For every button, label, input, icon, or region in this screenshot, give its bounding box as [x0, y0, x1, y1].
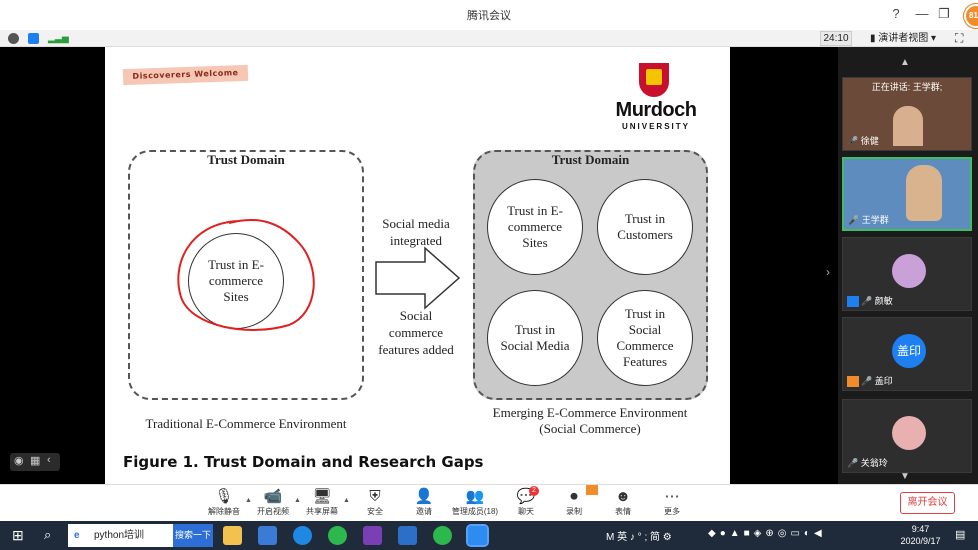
right-circle-ecommerce: Trust in E- commerce Sites: [487, 179, 583, 275]
right-domain-title: Trust Domain: [551, 152, 630, 167]
view-controls[interactable]: ◉ ▦ ‹: [10, 453, 60, 471]
participant-tile-active[interactable]: 🎤 王学群: [842, 157, 972, 231]
search-icon[interactable]: ⌕: [44, 527, 51, 543]
edge-browser-icon[interactable]: [293, 526, 312, 545]
taskbar-clock[interactable]: 9:47 2020/9/17: [893, 523, 948, 547]
ime-indicator[interactable]: M 英 ♪ ° ; 简 ⚙: [606, 528, 672, 543]
speaker-view-label: 演讲者视图: [878, 33, 929, 44]
participant-name: 🎤 颜敏: [847, 294, 893, 307]
share-options-icon[interactable]: ▲: [343, 497, 350, 504]
info-icon[interactable]: [8, 33, 19, 44]
mic-muted-icon: 🎙: [214, 488, 234, 505]
speaking-indicator: 正在讲话: 王学群;: [871, 82, 943, 92]
participant-tile[interactable]: 正在讲话: 王学群; 🎤 徐健: [842, 77, 972, 151]
share-screen-button[interactable]: 🖥 共享屏幕: [299, 487, 345, 518]
arrow-top-text: Social media integrated: [382, 216, 450, 248]
meeting-toolbar: 🎙 解除静音 ▲ 📹 开启视频 ▲ 🖥 共享屏幕 ▲ ⛨ 安全 👤 邀请 👥 管…: [0, 484, 978, 521]
right-circle-social-commerce: Trust in Social Commerce Features: [597, 290, 693, 386]
tencent-meeting-icon[interactable]: [466, 524, 489, 547]
participant-panel: ▲ 正在讲话: 王学群; 🎤 徐健 🎤 王学群 🎤 颜敏 盖印 🎤 盖印 🎤 关…: [838, 47, 978, 484]
right-circle-customers: Trust in Customers: [597, 179, 693, 275]
left-domain-title: Trust Domain: [207, 152, 285, 167]
start-video-button[interactable]: 📹 开启视频: [250, 487, 296, 518]
windows-taskbar: ⊞ ⌕ e python培训 搜索一下 M 英 ♪ ° ; 简 ⚙ ◆●▲■◈⊕…: [0, 521, 978, 550]
right-circle-social-media: Trust in Social Media: [487, 290, 583, 386]
search-button[interactable]: 搜索一下: [173, 524, 213, 547]
scroll-down-icon[interactable]: ▼: [900, 471, 910, 482]
security-button[interactable]: ⛨ 安全: [352, 487, 398, 518]
collapse-icon[interactable]: ‹: [47, 454, 51, 466]
figure-title: Figure 1. Trust Domain and Research Gaps: [123, 453, 484, 471]
participant-name: 🎤 徐健: [847, 136, 879, 146]
grid-view-icon[interactable]: ◉: [14, 454, 24, 467]
wps-icon[interactable]: [398, 526, 417, 545]
speaker-view-toggle[interactable]: ▮ 演讲者视图 ▾: [870, 31, 936, 46]
participant-name: 🎤 王学群: [848, 215, 889, 225]
members-icon: 👥: [465, 488, 485, 505]
store-icon[interactable]: [258, 526, 277, 545]
onenote-icon[interactable]: [363, 526, 382, 545]
green-app-icon[interactable]: [328, 526, 347, 545]
scroll-up-icon[interactable]: ▲: [900, 57, 910, 68]
chat-badge: 2: [529, 486, 539, 496]
share-screen-icon: 🖥: [312, 488, 332, 505]
avatar: 盖印: [892, 334, 926, 368]
signal-icon[interactable]: ▂▃▅: [48, 33, 69, 44]
shared-screen-area: Discoverers Welcome Murdoch UNIVERSITY T…: [0, 47, 838, 484]
left-caption: Traditional E-Commerce Environment: [145, 416, 347, 431]
participant-name: 🎤 盖印: [847, 374, 893, 387]
system-tray-icons[interactable]: ◆●▲■◈⊕◎▭◐◀: [708, 528, 826, 539]
video-feed: [906, 165, 942, 221]
title-bar: 腾讯会议 ? — ❐ 81: [0, 0, 978, 30]
keyboard-icon[interactable]: ▦: [30, 454, 40, 467]
leave-meeting-button[interactable]: 离开会议: [900, 492, 955, 514]
logo-name: Murdoch: [615, 99, 697, 121]
arrow-bottom-text: Social commerce features added: [378, 308, 454, 357]
windows-start-icon[interactable]: ⊞: [12, 527, 24, 544]
participant-tile[interactable]: 盖印 🎤 盖印: [842, 317, 972, 391]
help-icon[interactable]: ?: [888, 6, 904, 21]
minimize-icon[interactable]: —: [914, 6, 930, 21]
window-title: 腾讯会议: [467, 10, 511, 22]
shared-slide: Discoverers Welcome Murdoch UNIVERSITY T…: [105, 47, 730, 484]
participant-tile[interactable]: 🎤 颜敏: [842, 237, 972, 311]
participant-tile[interactable]: 🎤 关翁玲: [842, 399, 972, 473]
chat-icon: 💬: [516, 488, 536, 505]
invite-button[interactable]: 👤 邀请: [401, 487, 447, 518]
more-icon: ⋯: [664, 488, 680, 505]
record-corner-badge: [586, 485, 598, 495]
restore-icon[interactable]: ❐: [936, 6, 952, 22]
video-feed: [893, 106, 923, 146]
fullscreen-icon[interactable]: ⛶: [955, 31, 963, 46]
camera-off-icon: 📹: [263, 488, 283, 505]
slide-tag: Discoverers Welcome: [122, 64, 249, 86]
meeting-info-bar: ▂▃▅ 24:10 ▮ 演讲者视图 ▾ ⛶: [0, 30, 978, 47]
more-button[interactable]: ⋯ 更多: [649, 487, 695, 518]
logo-subtitle: UNIVERSITY: [621, 122, 690, 131]
invite-icon: 👤: [414, 488, 434, 505]
red-annotation-loop: [177, 219, 315, 331]
chat-button[interactable]: 💬 2 聊天: [503, 486, 549, 518]
emoji-icon: ☻: [615, 488, 631, 505]
shield-icon: ⛨: [369, 488, 381, 505]
notification-icon[interactable]: ▤: [955, 528, 965, 541]
wechat-icon[interactable]: [433, 526, 452, 545]
avatar: [892, 254, 926, 288]
manage-members-button[interactable]: 👥 管理成员(18): [446, 487, 504, 518]
murdoch-logo-icon: [639, 63, 669, 97]
user-avatar[interactable]: 81: [964, 4, 978, 28]
security-shield-icon[interactable]: [28, 33, 39, 44]
right-caption: Emerging E-Commerce Environment (Social …: [492, 405, 688, 436]
file-explorer-icon[interactable]: [223, 526, 242, 545]
meeting-timer: 24:10: [820, 31, 852, 46]
avatar: [892, 416, 926, 450]
expand-panel-icon[interactable]: ›: [826, 265, 830, 279]
unmute-button[interactable]: 🎙 解除静音: [201, 487, 247, 518]
browser-e-icon: e: [74, 530, 80, 541]
participant-name: 🎤 关翁玲: [847, 458, 888, 468]
right-arrow-icon: [375, 246, 461, 310]
emoji-button[interactable]: ☻ 表情: [600, 487, 646, 518]
